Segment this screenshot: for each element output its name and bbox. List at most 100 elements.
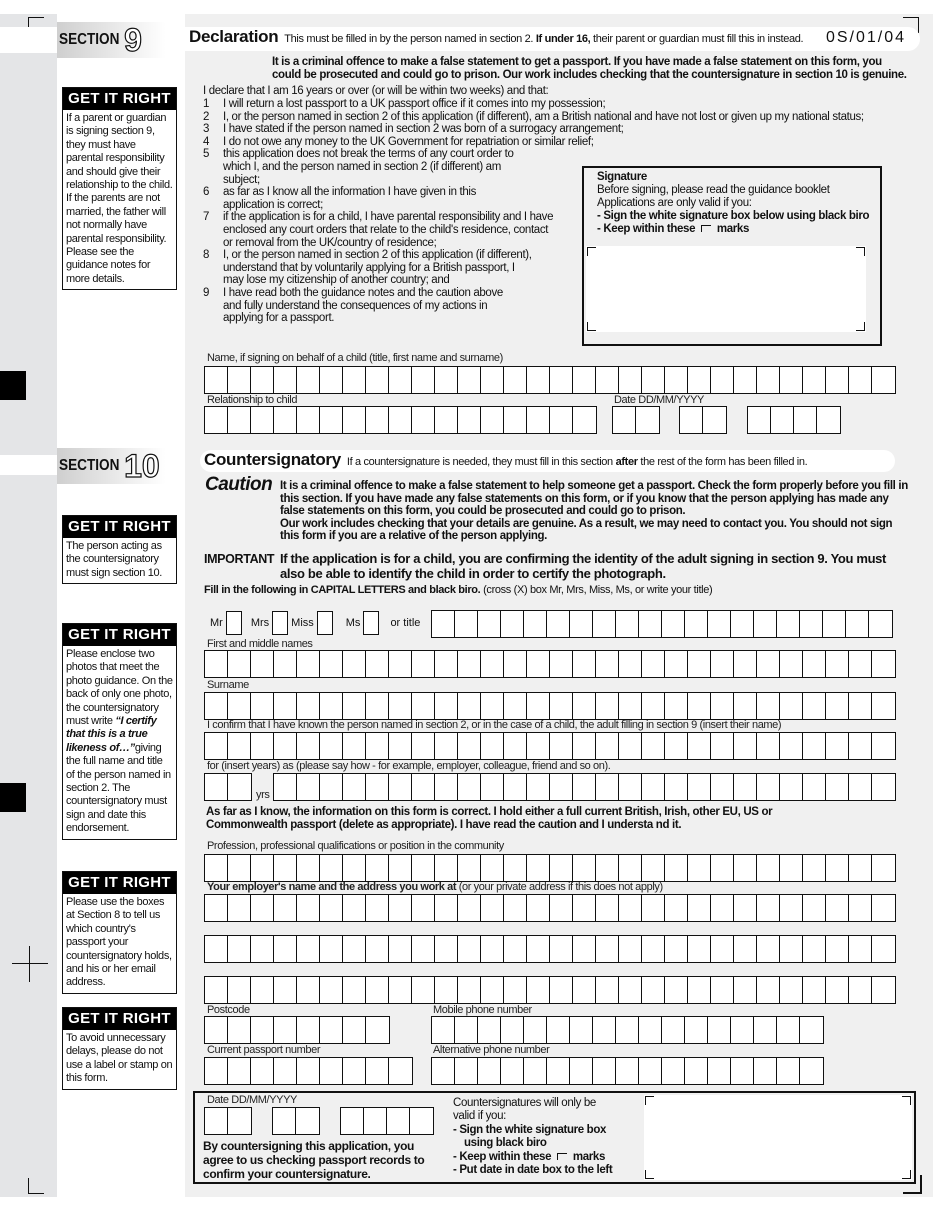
title-checkbox-mr[interactable] (225, 611, 242, 635)
character-box[interactable] (826, 693, 849, 719)
character-box[interactable] (435, 651, 458, 677)
character-box[interactable] (228, 1017, 251, 1043)
character-box[interactable] (573, 855, 596, 881)
character-box[interactable] (501, 1017, 524, 1043)
character-box[interactable] (803, 936, 826, 962)
character-box[interactable] (803, 855, 826, 881)
character-box[interactable] (619, 774, 642, 800)
character-box[interactable] (412, 407, 435, 433)
character-box[interactable] (432, 1058, 455, 1084)
character-box[interactable] (504, 407, 527, 433)
character-box[interactable] (458, 895, 481, 921)
character-box[interactable] (527, 855, 550, 881)
character-box[interactable] (596, 733, 619, 759)
character-box[interactable] (251, 936, 274, 962)
character-box[interactable] (527, 895, 550, 921)
character-box[interactable] (593, 1058, 616, 1084)
character-box[interactable] (803, 693, 826, 719)
character-box[interactable] (711, 895, 734, 921)
character-box[interactable] (757, 733, 780, 759)
character-box[interactable] (228, 651, 251, 677)
character-box[interactable] (711, 855, 734, 881)
character-box[interactable] (731, 1017, 754, 1043)
countersign-date-day-field[interactable] (204, 1107, 252, 1135)
character-box[interactable] (524, 1017, 547, 1043)
character-box[interactable] (320, 733, 343, 759)
character-box[interactable] (642, 936, 665, 962)
countersign-date-year-field[interactable] (340, 1107, 434, 1135)
character-box[interactable] (613, 407, 636, 433)
countersignature-box[interactable] (644, 1095, 912, 1180)
character-box[interactable] (665, 693, 688, 719)
character-box[interactable] (320, 855, 343, 881)
character-box[interactable] (504, 855, 527, 881)
character-box[interactable] (343, 855, 366, 881)
character-box[interactable] (410, 1108, 433, 1134)
character-box[interactable] (849, 367, 872, 393)
years-known-field[interactable] (204, 773, 252, 801)
character-box[interactable] (320, 1058, 343, 1084)
character-box[interactable] (642, 367, 665, 393)
character-box[interactable] (872, 936, 895, 962)
alt-phone-field[interactable] (431, 1057, 824, 1085)
character-box[interactable] (665, 367, 688, 393)
character-box[interactable] (389, 774, 412, 800)
character-box[interactable] (297, 693, 320, 719)
character-box[interactable] (849, 855, 872, 881)
character-box[interactable] (869, 611, 892, 637)
character-box[interactable] (481, 936, 504, 962)
character-box[interactable] (524, 611, 547, 637)
character-box[interactable] (708, 1017, 731, 1043)
character-box[interactable] (228, 693, 251, 719)
character-box[interactable] (458, 651, 481, 677)
character-box[interactable] (320, 367, 343, 393)
character-box[interactable] (205, 977, 228, 1003)
character-box[interactable] (780, 651, 803, 677)
character-box[interactable] (570, 1058, 593, 1084)
character-box[interactable] (573, 733, 596, 759)
character-box[interactable] (458, 407, 481, 433)
character-box[interactable] (665, 936, 688, 962)
character-box[interactable] (504, 651, 527, 677)
character-box[interactable] (435, 407, 458, 433)
character-box[interactable] (803, 733, 826, 759)
character-box[interactable] (708, 1058, 731, 1084)
character-box[interactable] (688, 936, 711, 962)
character-box[interactable] (297, 407, 320, 433)
character-box[interactable] (274, 693, 297, 719)
character-box[interactable] (596, 651, 619, 677)
character-box[interactable] (366, 936, 389, 962)
character-box[interactable] (780, 693, 803, 719)
character-box[interactable] (619, 651, 642, 677)
character-box[interactable] (619, 855, 642, 881)
character-box[interactable] (228, 367, 251, 393)
character-box[interactable] (619, 367, 642, 393)
character-box[interactable] (573, 895, 596, 921)
character-box[interactable] (458, 977, 481, 1003)
character-box[interactable] (872, 977, 895, 1003)
character-box[interactable] (849, 733, 872, 759)
character-box[interactable] (734, 733, 757, 759)
character-box[interactable] (435, 693, 458, 719)
character-box[interactable] (550, 367, 573, 393)
character-box[interactable] (251, 977, 274, 1003)
character-box[interactable] (711, 774, 734, 800)
postcode-field[interactable] (204, 1016, 390, 1044)
character-box[interactable] (872, 774, 895, 800)
date-year-field[interactable] (747, 406, 841, 434)
character-box[interactable] (343, 693, 366, 719)
character-box[interactable] (849, 977, 872, 1003)
child-name-field[interactable] (204, 366, 896, 394)
character-box[interactable] (366, 733, 389, 759)
character-box[interactable] (527, 774, 550, 800)
character-box[interactable] (754, 611, 777, 637)
character-box[interactable] (550, 651, 573, 677)
character-box[interactable] (596, 693, 619, 719)
character-box[interactable] (527, 407, 550, 433)
character-box[interactable] (435, 855, 458, 881)
character-box[interactable] (389, 693, 412, 719)
character-box[interactable] (803, 774, 826, 800)
character-box[interactable] (481, 895, 504, 921)
character-box[interactable] (849, 693, 872, 719)
character-box[interactable] (688, 977, 711, 1003)
